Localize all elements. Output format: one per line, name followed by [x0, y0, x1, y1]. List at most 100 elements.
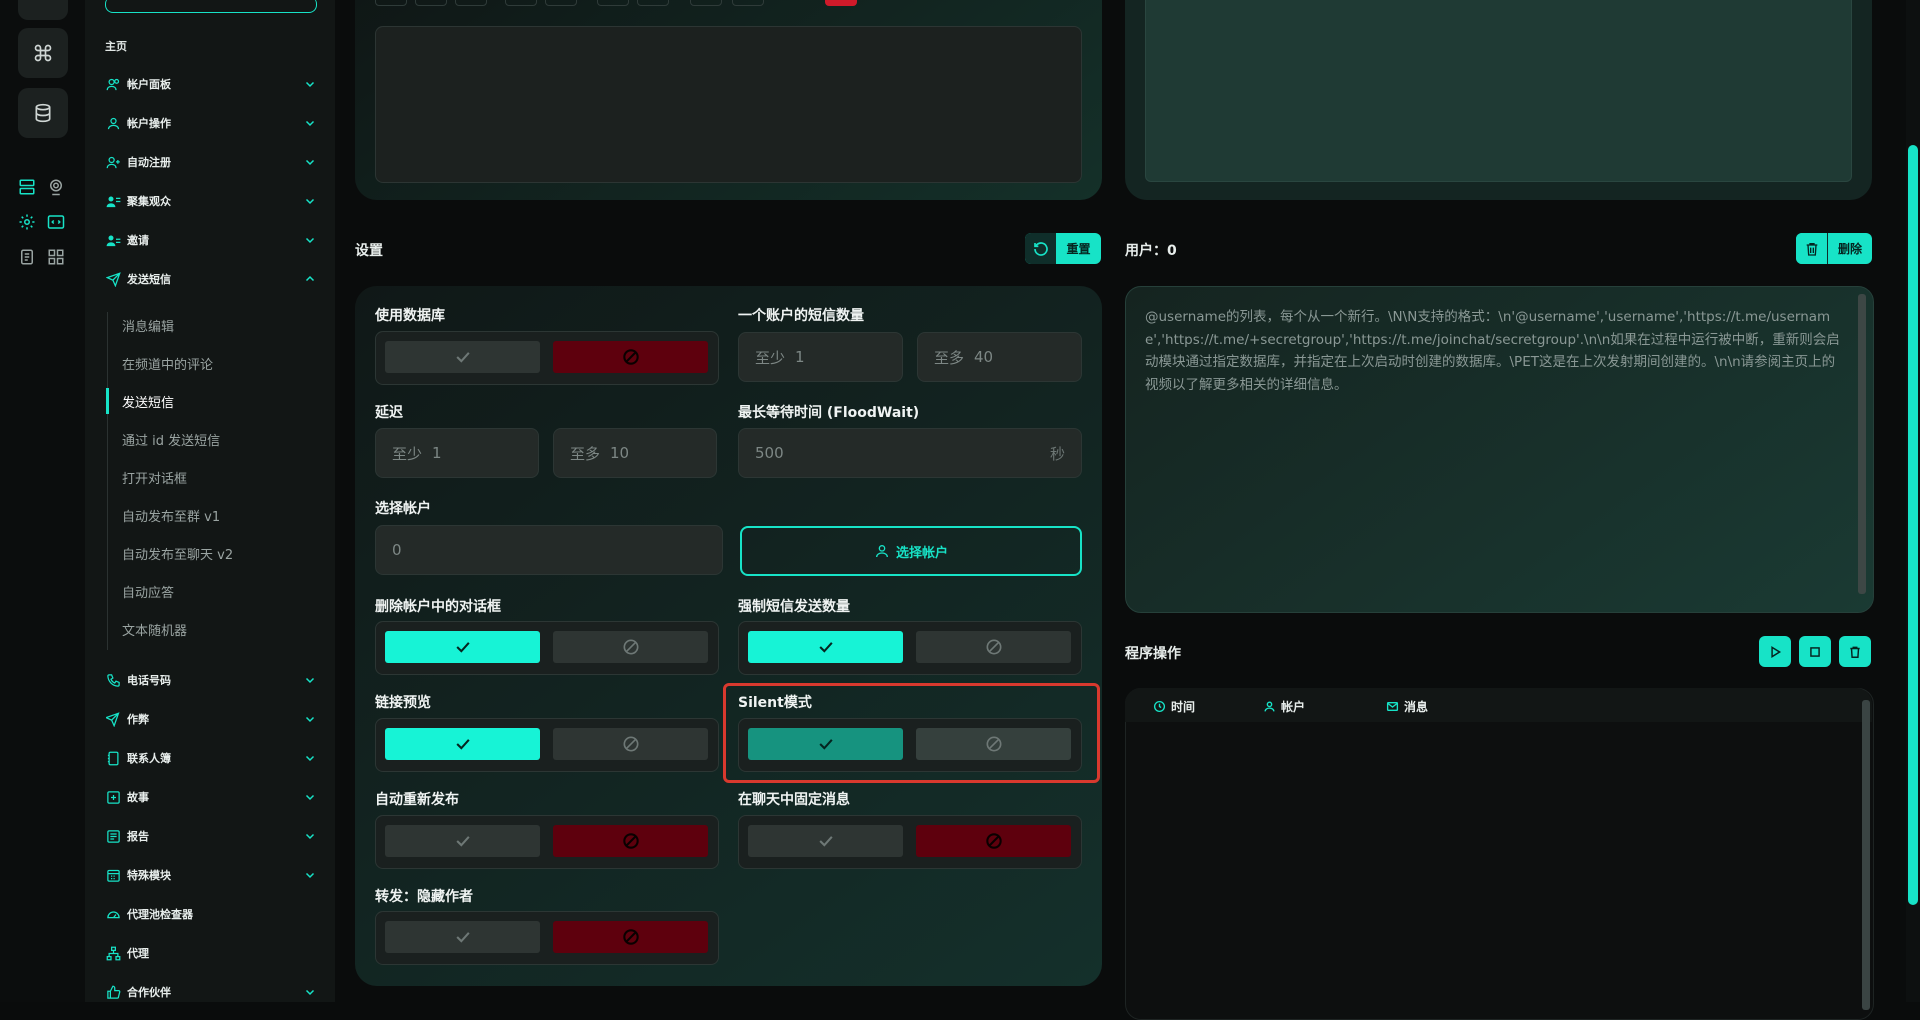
sidebar-item-stories[interactable]: 故事	[105, 784, 317, 810]
toggle-no[interactable]	[916, 631, 1071, 663]
format-chip[interactable]	[732, 0, 764, 6]
delay-max-input[interactable]: 至多 10	[553, 428, 717, 478]
delay-min-input[interactable]: 至少 1	[375, 428, 539, 478]
sidebar-item-label: 发送短信	[127, 273, 171, 286]
toggle-no[interactable]	[916, 825, 1071, 857]
sub-item-autopost-v1[interactable]: 自动发布至群 v1	[122, 503, 220, 527]
reset-icon	[1025, 233, 1056, 264]
sidebar-item-proxy-checker[interactable]: 代理池检查器	[105, 901, 317, 927]
log-header	[1125, 688, 1872, 722]
settings-title: 设置	[355, 243, 383, 259]
toggle-no[interactable]	[553, 728, 708, 760]
toggle-no[interactable]	[553, 631, 708, 663]
format-chip[interactable]	[690, 0, 722, 6]
document-icon[interactable]	[18, 248, 36, 270]
thumbs-up-icon	[105, 984, 121, 1000]
chevron-down-icon	[303, 751, 317, 765]
sidebar-item-label: 邀请	[127, 234, 149, 247]
silent-mode-highlight	[723, 683, 1100, 783]
settings-gear-icon[interactable]	[18, 213, 36, 235]
toggle-yes[interactable]	[385, 341, 540, 373]
sidebar-item-invite[interactable]: 邀请	[105, 227, 317, 253]
sidebar-item-reports[interactable]: 报告	[105, 823, 317, 849]
format-chip[interactable]	[505, 0, 537, 6]
server-icon[interactable]	[18, 178, 36, 200]
sidebar-item-gather-audience[interactable]: 聚集观众	[105, 188, 317, 214]
sub-item-auto-reply[interactable]: 自动应答	[122, 579, 174, 603]
mail-icon	[1385, 700, 1399, 714]
toggle-yes[interactable]	[385, 921, 540, 953]
check-icon	[455, 836, 470, 847]
sidebar-item-label: 聚集观众	[127, 195, 171, 208]
sidebar-search-box[interactable]	[105, 0, 317, 13]
chevron-down-icon	[303, 829, 317, 843]
start-button[interactable]	[1759, 636, 1791, 667]
code-window-icon[interactable]	[47, 213, 65, 235]
sidebar-item-proxy[interactable]: 代理	[105, 940, 317, 966]
format-chip[interactable]	[637, 0, 669, 6]
sub-item-channel-comments[interactable]: 在频道中的评论	[122, 351, 213, 375]
play-icon	[1771, 645, 1782, 658]
apps-icon[interactable]	[47, 248, 65, 270]
rail-tile-top[interactable]	[18, 0, 68, 20]
sidebar-item-special-modules[interactable]: 特殊模块	[105, 862, 317, 888]
sms-min-input[interactable]: 至少 1	[738, 332, 903, 382]
selected-accounts-input[interactable]: 0	[375, 525, 723, 575]
reset-button[interactable]: 重置	[1025, 233, 1101, 264]
floodwait-input[interactable]: 500 秒	[738, 428, 1082, 478]
message-textarea[interactable]	[375, 26, 1082, 183]
sidebar-item-auto-register[interactable]: 自动注册	[105, 149, 317, 175]
page-scrollbar[interactable]	[1908, 145, 1918, 905]
toggle-yes[interactable]	[385, 728, 540, 760]
format-chip[interactable]	[415, 0, 447, 6]
users-scrollbar[interactable]	[1858, 294, 1866, 594]
format-chip[interactable]	[455, 0, 487, 6]
format-chip[interactable]	[597, 0, 629, 6]
sidebar-item-contacts[interactable]: 联系人簿	[105, 745, 317, 771]
rail-tile-command[interactable]	[18, 28, 68, 78]
trash-icon	[1796, 233, 1828, 264]
ban-icon	[622, 929, 639, 945]
force-count-label: 强制短信发送数量	[738, 599, 850, 615]
report-icon	[105, 828, 121, 844]
sidebar-item-phone-numbers[interactable]: 电话号码	[105, 667, 317, 693]
sidebar-item-account-ops[interactable]: 帐户操作	[105, 110, 317, 136]
sms-max-input[interactable]: 至多 40	[917, 332, 1082, 382]
toggle-yes[interactable]	[385, 825, 540, 857]
format-chip[interactable]	[375, 0, 407, 6]
users-count-label: 用户：0	[1125, 243, 1177, 259]
sidebar-item-label: 联系人簿	[127, 752, 171, 765]
stop-icon	[1810, 646, 1820, 657]
sub-item-message-edit[interactable]: 消息编辑	[122, 313, 174, 337]
sidebar-item-cheat[interactable]: 作弊	[105, 706, 317, 732]
sub-item-send-by-id[interactable]: 通过 id 发送短信	[122, 427, 220, 451]
sidebar-item-send-sms[interactable]: 发送短信	[105, 266, 317, 292]
sub-item-autopost-v2[interactable]: 自动发布至聊天 v2	[122, 541, 233, 565]
format-chip-red[interactable]	[825, 0, 857, 6]
toggle-no[interactable]	[553, 825, 708, 857]
stop-button[interactable]	[1799, 636, 1831, 667]
format-chip[interactable]	[545, 0, 577, 6]
user-list-icon	[105, 232, 121, 248]
log-scrollbar[interactable]	[1862, 700, 1870, 1010]
select-accounts-button[interactable]: 选择帐户	[740, 526, 1082, 576]
ban-icon	[986, 639, 1001, 655]
sidebar-item-account-panel[interactable]: 帐户面板	[105, 71, 317, 97]
sidebar-item-label: 故事	[127, 791, 149, 804]
toggle-no[interactable]	[553, 921, 708, 953]
ban-icon	[622, 349, 639, 365]
delete-users-button[interactable]: 删除	[1796, 233, 1872, 264]
toggle-yes[interactable]	[748, 825, 903, 857]
rail-tile-database[interactable]	[18, 88, 68, 138]
floodwait-unit: 秒	[1049, 444, 1065, 463]
sub-item-open-dialog[interactable]: 打开对话框	[122, 465, 187, 489]
toggle-yes[interactable]	[385, 631, 540, 663]
sub-item-text-randomizer[interactable]: 文本随机器	[122, 617, 187, 641]
clear-log-button[interactable]	[1839, 636, 1871, 667]
toggle-no[interactable]	[553, 341, 708, 373]
toggle-yes[interactable]	[748, 631, 903, 663]
chevron-down-icon	[303, 194, 317, 208]
sidebar-item-partners[interactable]: 合作伙伴	[105, 979, 317, 1005]
sub-item-send-sms[interactable]: 发送短信	[122, 389, 174, 413]
webcam-icon[interactable]	[47, 178, 65, 200]
